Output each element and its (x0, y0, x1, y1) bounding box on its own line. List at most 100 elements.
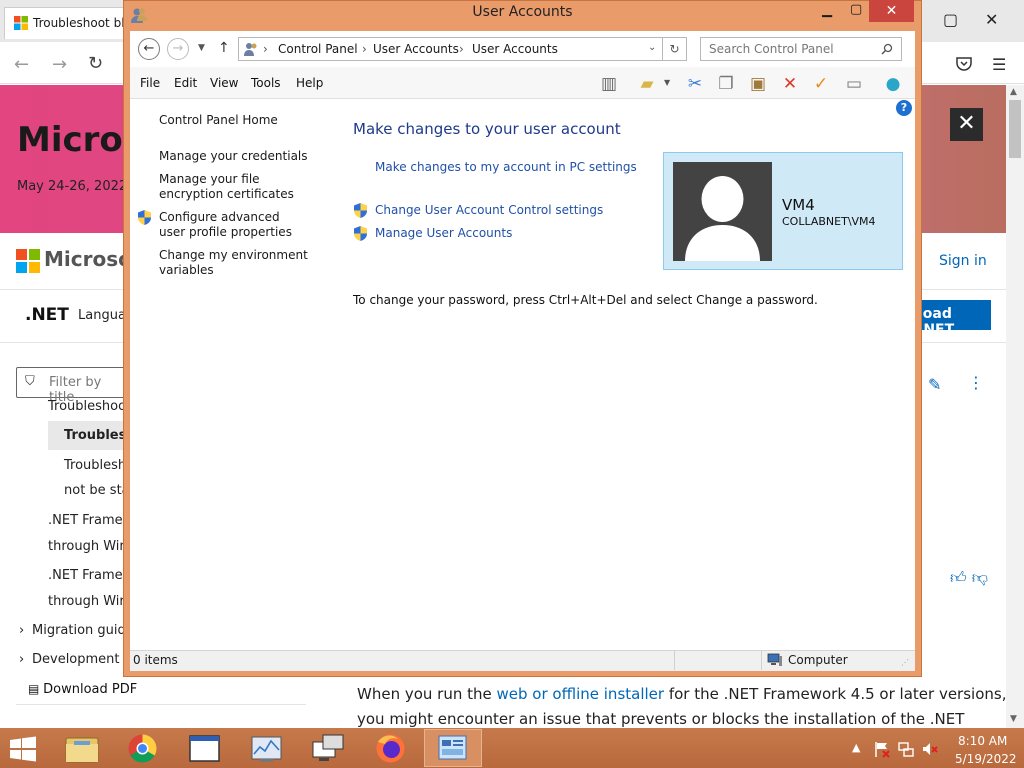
toc-item[interactable]: Development g (32, 652, 132, 667)
file-explorer-icon[interactable] (54, 730, 111, 767)
filter-input[interactable]: ⛉ Filter by title (16, 367, 126, 405)
window-app-icon[interactable] (176, 730, 233, 767)
toc-item[interactable]: Migration guid (32, 623, 126, 638)
delete-icon[interactable]: ✕ (778, 72, 802, 96)
toc-item[interactable]: through Wir (48, 594, 125, 609)
uac-shield-icon (354, 203, 367, 218)
more-options-icon[interactable]: ⋮ (968, 373, 984, 392)
maximize-icon[interactable]: ▢ (850, 2, 862, 17)
article-paragraph-line-1: When you run the web or offline installe… (357, 685, 1006, 703)
chrome-icon[interactable] (114, 730, 171, 767)
menu-help[interactable]: Help (296, 76, 323, 90)
item-count: 0 items (133, 653, 178, 667)
toc-item[interactable]: through Wir (48, 539, 125, 554)
menu-edit[interactable]: Edit (174, 76, 197, 90)
folder-options-icon[interactable]: ▰ (635, 72, 659, 96)
manage-user-accounts-link[interactable]: Manage User Accounts (375, 226, 512, 240)
action-center-flag-icon[interactable] (873, 740, 891, 758)
remote-desktop-icon[interactable] (300, 730, 357, 767)
browser-tab-title: Troubleshoot blo (33, 16, 124, 30)
globe-icon[interactable]: ● (881, 72, 905, 96)
volume-muted-icon[interactable] (921, 740, 939, 758)
sign-in-link[interactable]: Sign in (939, 253, 987, 269)
network-icon[interactable] (897, 740, 915, 758)
toc-item[interactable]: Troubleshoo (48, 399, 126, 414)
installer-link[interactable]: web or offline installer (497, 685, 665, 703)
toc-item[interactable]: .NET Framew (48, 513, 133, 528)
browser-scrollbar[interactable] (1006, 85, 1024, 728)
start-windows-icon[interactable] (9, 736, 37, 762)
document-icon: ▤ (28, 682, 44, 696)
properties-icon[interactable]: ▭ (842, 72, 866, 96)
browser-close-icon[interactable]: ✕ (985, 10, 998, 29)
location-label: Computer (788, 653, 848, 667)
forward-button[interactable]: → (167, 38, 189, 60)
breadcrumb-current[interactable]: User Accounts (472, 42, 558, 56)
pocket-icon[interactable] (956, 57, 972, 71)
uac-settings-link[interactable]: Change User Account Control settings (375, 203, 603, 217)
window-close-button[interactable]: ✕ (869, 0, 914, 22)
file-encryption-link[interactable]: Manage your file encryption certificates (159, 172, 319, 202)
control-panel-taskbar-icon[interactable] (424, 730, 481, 767)
uac-shield-icon (354, 226, 367, 241)
toc-item[interactable]: Troublesh (64, 458, 126, 473)
feedback-thumbs-icon[interactable]: 👍︎ 👎︎ (950, 568, 988, 588)
cut-icon[interactable]: ✂ (683, 72, 707, 96)
browser-menu-icon[interactable]: ☰ (992, 55, 1006, 74)
clock-date[interactable]: 5/19/2022 (955, 752, 1017, 766)
breadcrumb-control-panel[interactable]: Control Panel (278, 42, 358, 56)
browser-maximize-icon[interactable]: ▢ (943, 10, 958, 29)
recent-pages-icon[interactable]: ▼ (198, 43, 205, 53)
browser-forward-icon[interactable]: → (52, 54, 67, 75)
browser-scrollbar-thumb[interactable] (1009, 100, 1021, 158)
back-button[interactable]: ← (138, 38, 160, 60)
download-pdf-link[interactable]: ▤ Download PDF (28, 682, 137, 697)
article-paragraph-line-2: you might encounter an issue that preven… (357, 710, 965, 728)
browser-reload-icon[interactable]: ↻ (88, 53, 103, 74)
show-hidden-icons[interactable]: ▲ (852, 741, 860, 754)
download-pdf-label: Download PDF (43, 682, 138, 697)
up-arrow-icon[interactable]: ↑ (218, 40, 230, 56)
address-bar[interactable]: › Control Panel › User Accounts › User A… (238, 37, 663, 61)
download-dotnet-button[interactable]: load .NET (912, 300, 991, 338)
breadcrumb-separator: › (362, 42, 367, 56)
checkmark-icon[interactable]: ✓ (809, 72, 833, 96)
toc-item[interactable]: .NET Framew (48, 568, 133, 583)
menu-tools[interactable]: Tools (251, 76, 281, 90)
manage-credentials-link[interactable]: Manage your credentials (159, 149, 308, 164)
dropdown-arrow-icon[interactable]: ▼ (664, 78, 670, 87)
browser-tab[interactable]: Troubleshoot blo (4, 7, 124, 39)
menu-view[interactable]: View (210, 76, 238, 90)
help-icon[interactable]: ? (896, 100, 912, 116)
refresh-icon[interactable]: ↻ (663, 37, 687, 61)
environment-variables-link[interactable]: Change my environment variables (159, 248, 309, 278)
layout-pane-icon[interactable]: ▥ (597, 72, 621, 96)
advanced-profile-link[interactable]: Configure advanced user profile properti… (159, 210, 309, 240)
resize-grip-icon[interactable]: ⋰ (901, 658, 909, 667)
control-panel-home-link[interactable]: Control Panel Home (159, 113, 278, 128)
paste-icon[interactable]: ▣ (746, 72, 770, 96)
browser-back-icon[interactable]: ← (14, 54, 29, 75)
clock-time[interactable]: 8:10 AM (958, 734, 1007, 748)
minimize-icon[interactable]: ▁ (822, 3, 832, 18)
search-input[interactable]: Search Control Panel (700, 37, 902, 61)
pc-settings-link[interactable]: Make changes to my account in PC setting… (375, 160, 637, 174)
firefox-icon[interactable] (362, 730, 419, 767)
banner-close-button[interactable]: ✕ (950, 108, 983, 141)
scroll-down-icon[interactable]: ▼ (1010, 714, 1017, 724)
window-title: User Accounts (472, 4, 573, 20)
toc-item[interactable]: not be sta (64, 483, 130, 498)
product-name[interactable]: .NET (25, 305, 69, 325)
divider (16, 704, 306, 705)
scroll-up-icon[interactable]: ▲ (1010, 87, 1017, 97)
user-domain: COLLABNET\VM4 (782, 215, 876, 228)
address-dropdown-icon[interactable]: ⌄ (648, 42, 656, 53)
breadcrumb-user-accounts[interactable]: User Accounts (373, 42, 459, 56)
microsoft-logo-icon (16, 249, 40, 273)
menu-file[interactable]: File (140, 76, 160, 90)
performance-monitor-icon[interactable] (238, 730, 295, 767)
copy-icon[interactable]: ❐ (714, 72, 738, 96)
banner-date: May 24-26, 2022 (17, 179, 128, 194)
languages-menu[interactable]: Langua (78, 308, 126, 323)
edit-pencil-icon[interactable]: ✎ (928, 375, 941, 394)
